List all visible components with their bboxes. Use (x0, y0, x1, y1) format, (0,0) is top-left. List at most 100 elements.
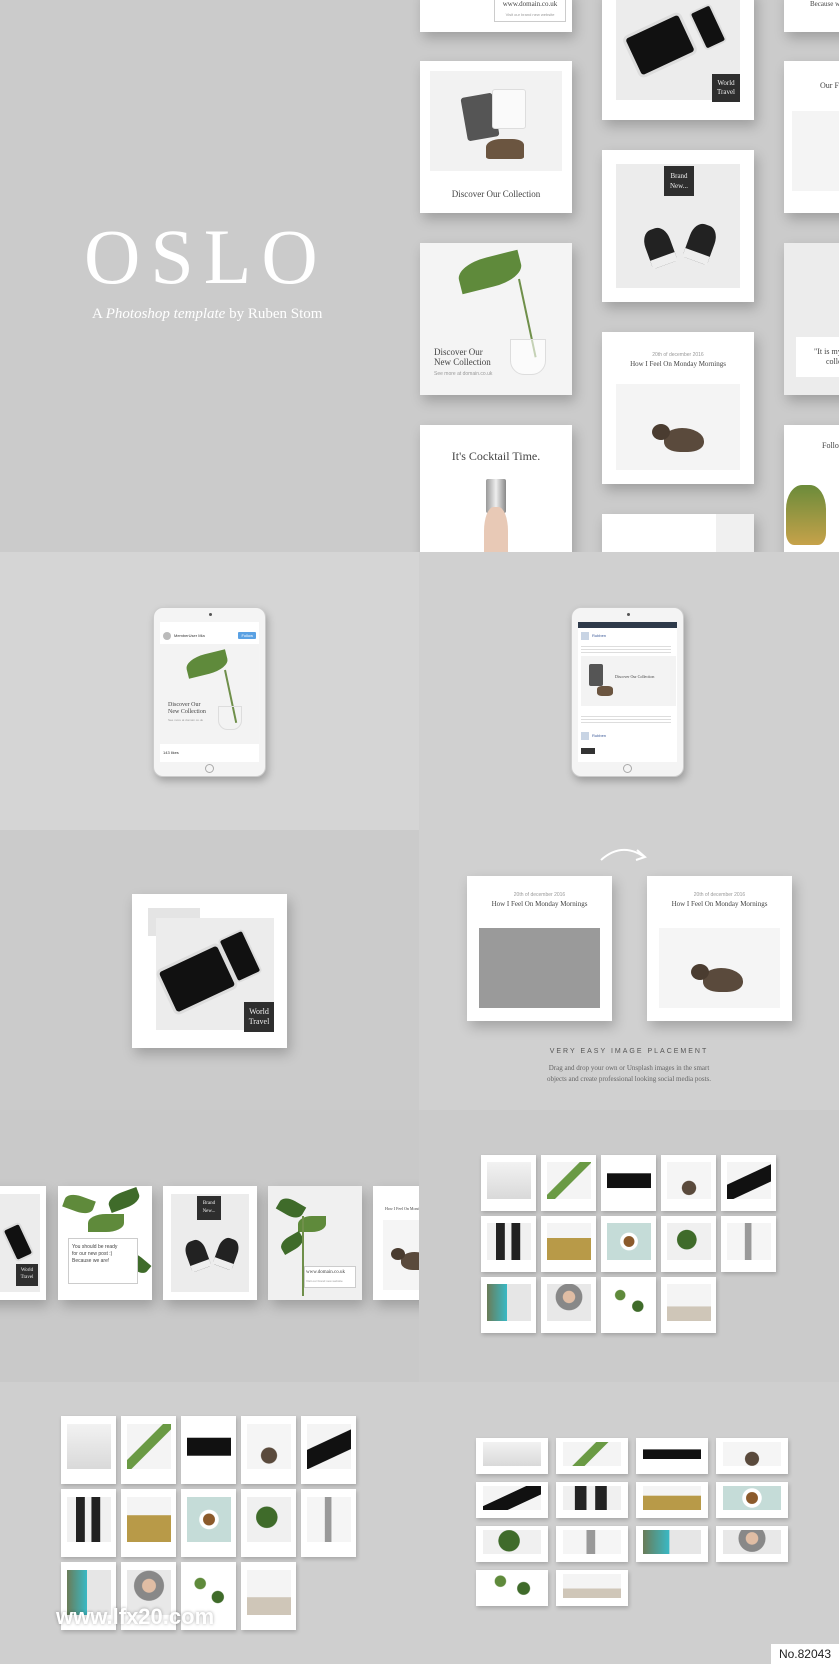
thumbnail-card (601, 1277, 656, 1333)
thumbnail-card (481, 1155, 536, 1211)
grid-panel-bottom-right (419, 1382, 839, 1664)
tablet-image (621, 10, 699, 80)
thumbnail-image (666, 1161, 711, 1199)
ipad2-topbar (578, 622, 677, 628)
thumbnail-image (563, 1530, 621, 1555)
placement-empty-title: How I Feel On Monday Mornings (491, 900, 588, 908)
cat-photo (616, 384, 740, 470)
thumbnail-card (476, 1526, 548, 1562)
thumbnail-card (241, 1416, 296, 1484)
thumbnail-image (563, 1574, 621, 1599)
card-quote-text-2: collec (826, 357, 839, 366)
sneaker-left (640, 224, 678, 270)
thumbnail-card (541, 1277, 596, 1333)
card-cocktail: It's Cocktail Time. (420, 425, 572, 552)
card-monday-date: 20th of december 2016 (652, 352, 704, 358)
thumbnail-image (546, 1222, 591, 1260)
thumbnail-image (483, 1530, 541, 1555)
thumbnail-image (726, 1161, 771, 1199)
thumbnail-card (181, 1489, 236, 1557)
card-discover-new: Discover Our New Collection See more at … (420, 243, 572, 395)
card-discover-new-see-more: See more at domain.co.uk (434, 371, 493, 377)
thumbnail-image (246, 1570, 291, 1616)
sneaker-right (682, 220, 720, 266)
ipad2-header: Rubben (592, 633, 607, 638)
thumbnail-image (666, 1222, 711, 1260)
thumbnail-card (721, 1216, 776, 1272)
thumbnail-image (643, 1486, 701, 1511)
thumbnail-card (716, 1438, 788, 1474)
thumbnail-card (636, 1438, 708, 1474)
ipad-panel-left: MemberUser Mia Follow Discover Our New C… (0, 552, 419, 830)
thumbnail-image (563, 1486, 621, 1511)
thumbnail-card (541, 1216, 596, 1272)
carousel-card-ready: You should be ready for our new post :) … (58, 1186, 152, 1300)
placement-empty-date: 20th of december 2016 (513, 892, 566, 898)
world-travel-box-large: World Travel (244, 1002, 274, 1032)
card-discover-new-title-1: Discover Our (434, 347, 483, 357)
thumbnail-card (556, 1438, 628, 1474)
thumbnail-image (666, 1283, 711, 1321)
ipad1-home-button (204, 764, 214, 773)
card-discover-collection-title: Discover Our Collection (451, 189, 541, 199)
ipad1-handle: MemberUser Mia (174, 633, 205, 638)
ipad2-footer-thumb (581, 748, 595, 754)
card-partial (602, 514, 754, 552)
ipad1-post-image: Discover Our New Collection See more at … (160, 644, 259, 744)
thumbnail-card (241, 1562, 296, 1630)
thumbnail-card (121, 1489, 176, 1557)
thumbnail-card (601, 1216, 656, 1272)
ipad2-boot (597, 686, 613, 696)
ipad2-card-title: Discover Our Collection (615, 674, 655, 679)
thumbnail-card (636, 1526, 708, 1562)
carousel-card-monday: How I Feel On Monday Mornings (373, 1186, 419, 1300)
thumbnail-image (606, 1283, 651, 1321)
ipad1-vase (218, 706, 242, 730)
hero-panel: OSLO A Photoshop template by Ruben Stom … (0, 0, 839, 552)
card-monday-title: How I Feel On Monday Mornings (630, 360, 726, 368)
card-cocktail-title: It's Cocktail Time. (451, 449, 541, 463)
thumbnail-card (556, 1526, 628, 1562)
ipad2-avatar (581, 632, 589, 640)
thumbnail-image (486, 1161, 531, 1199)
thumbnail-card (476, 1438, 548, 1474)
ipad-facebook: Rubben Discover Our Collection Rubben (571, 607, 684, 777)
thumbnail-image (643, 1442, 701, 1467)
card-follow-text: Follo (822, 441, 839, 450)
carousel-card-brand: Brand New... (163, 1186, 257, 1300)
thumbnail-image (606, 1222, 651, 1260)
card-our-text: Our F (820, 81, 839, 90)
thumbnail-image (126, 1424, 171, 1470)
card-our-photo (792, 111, 839, 191)
thumbnail-card (556, 1570, 628, 1606)
thumbnail-card (716, 1482, 788, 1518)
ipad2-post-image: Discover Our Collection (581, 656, 676, 706)
shirt-image (492, 89, 526, 129)
ipad1-follow-button[interactable]: Follow (238, 632, 256, 639)
thumbnail-image (546, 1161, 591, 1199)
ipad1-discover-2: New Collection (168, 709, 206, 715)
placement-filled-title: How I Feel On Monday Mornings (671, 900, 768, 908)
placement-card-empty: 20th of december 2016 How I Feel On Mond… (467, 876, 612, 1021)
placement-empty-slot[interactable] (479, 928, 600, 1008)
card-follow: Follo (784, 425, 839, 552)
placement-filled-photo (659, 928, 780, 1008)
thumbnail-image (66, 1497, 111, 1543)
monstera-leaf (455, 249, 525, 295)
thumbnail-card (61, 1489, 116, 1557)
thumbnail-image (483, 1574, 541, 1599)
thumbnail-image (486, 1222, 531, 1260)
card-brand-new: Brand New... (602, 150, 754, 302)
card-because: Because we (784, 0, 839, 32)
thumbnail-image (563, 1442, 621, 1467)
card-domain-text: www.domain.co.uk (502, 0, 558, 8)
ipad2-text-lines-2 (581, 714, 671, 724)
carousel-card-domain: www.domain.co.uk Visit our brand new web… (268, 1186, 362, 1300)
world-travel-card: World Travel (132, 894, 287, 1048)
thumbnail-card (301, 1489, 356, 1557)
thumbnail-card (636, 1482, 708, 1518)
thumbnail-image (643, 1530, 701, 1555)
placement-cat-image (685, 958, 755, 998)
thumbnail-image (726, 1222, 771, 1260)
thumbnail-image (606, 1161, 651, 1199)
